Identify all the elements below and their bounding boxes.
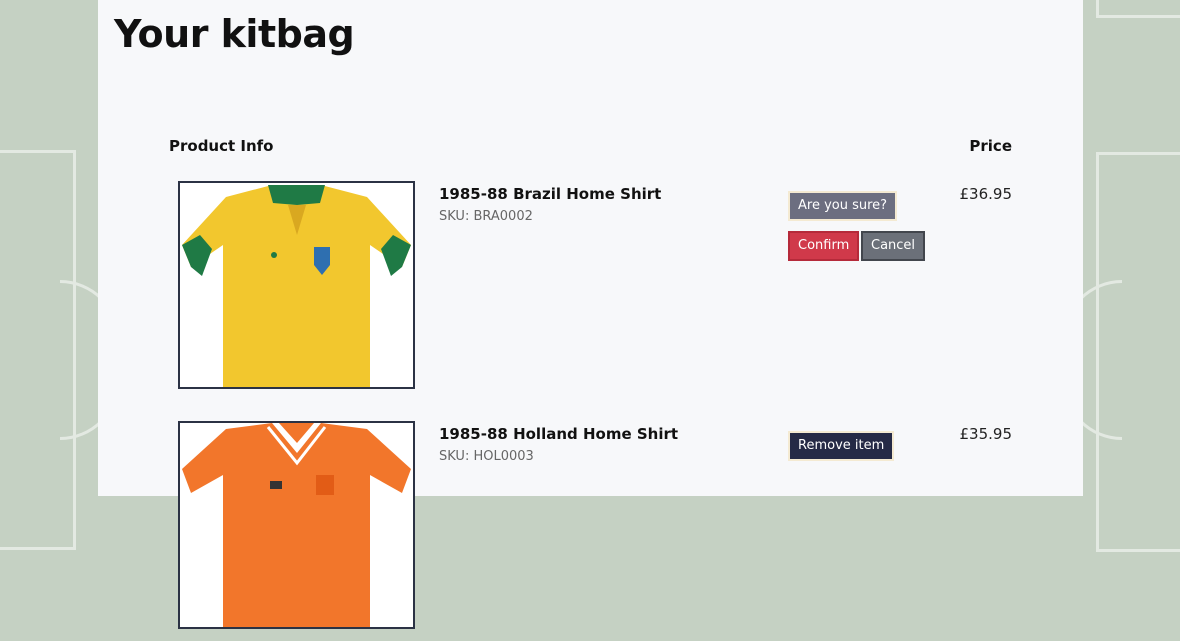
product-name[interactable]: 1985-88 Holland Home Shirt (439, 425, 678, 443)
remove-item-button[interactable]: Remove item (788, 431, 895, 461)
product-price: £35.95 (959, 425, 1013, 443)
kitbag-row: 1985-88 Brazil Home Shirt SKU: BRA0002 A… (98, 181, 1083, 401)
page-title: Your kitbag (114, 12, 355, 56)
are-you-sure-button[interactable]: Are you sure? (788, 191, 898, 221)
orange-football-shirt-icon (182, 423, 411, 627)
product-sku: SKU: HOL0003 (439, 449, 534, 464)
price-header: Price (969, 137, 1012, 155)
kitbag-panel: Your kitbag Product Info Price 1985-88 B… (98, 0, 1083, 629)
product-name[interactable]: 1985-88 Brazil Home Shirt (439, 185, 661, 203)
confirm-remove-button[interactable]: Confirm (788, 231, 860, 261)
yellow-football-shirt-icon (182, 185, 411, 387)
kitbag-row: 1985-88 Holland Home Shirt SKU: HOL0003 … (98, 421, 1083, 641)
cancel-remove-button[interactable]: Cancel (861, 231, 926, 261)
product-info-header: Product Info (169, 137, 274, 155)
product-image[interactable] (178, 421, 415, 629)
product-sku: SKU: BRA0002 (439, 209, 533, 224)
pitch-marking (1096, 0, 1180, 18)
product-image[interactable] (178, 181, 415, 389)
product-price: £36.95 (959, 185, 1013, 203)
